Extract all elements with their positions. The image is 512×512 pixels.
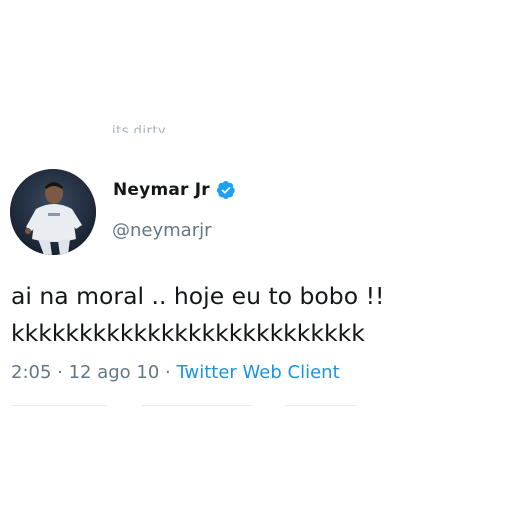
divider bbox=[285, 405, 357, 406]
tweet-card: its dirty Neymar Jr @neymarjr ai na mora… bbox=[0, 0, 512, 512]
username-handle[interactable]: @neymarjr bbox=[112, 220, 212, 241]
meta-separator: · bbox=[159, 362, 177, 383]
cut-off-previous-text: its dirty bbox=[112, 124, 167, 133]
avatar-photo bbox=[10, 169, 96, 255]
tweet-time[interactable]: 2:05 bbox=[11, 362, 51, 383]
display-name[interactable]: Neymar Jr bbox=[113, 180, 210, 200]
divider bbox=[142, 405, 252, 406]
meta-separator: · bbox=[51, 362, 69, 383]
verified-badge-icon bbox=[216, 180, 236, 200]
tweet-date[interactable]: 12 ago 10 bbox=[69, 362, 160, 383]
source-client-link[interactable]: Twitter Web Client bbox=[177, 362, 340, 383]
tweet-metadata: 2:05 · 12 ago 10 · Twitter Web Client bbox=[11, 362, 340, 383]
tweet-text: ai na moral .. hoje eu to bobo !! kkkkkk… bbox=[11, 282, 385, 347]
author-name-row[interactable]: Neymar Jr bbox=[113, 180, 236, 200]
avatar[interactable] bbox=[10, 169, 96, 255]
divider bbox=[11, 405, 107, 406]
